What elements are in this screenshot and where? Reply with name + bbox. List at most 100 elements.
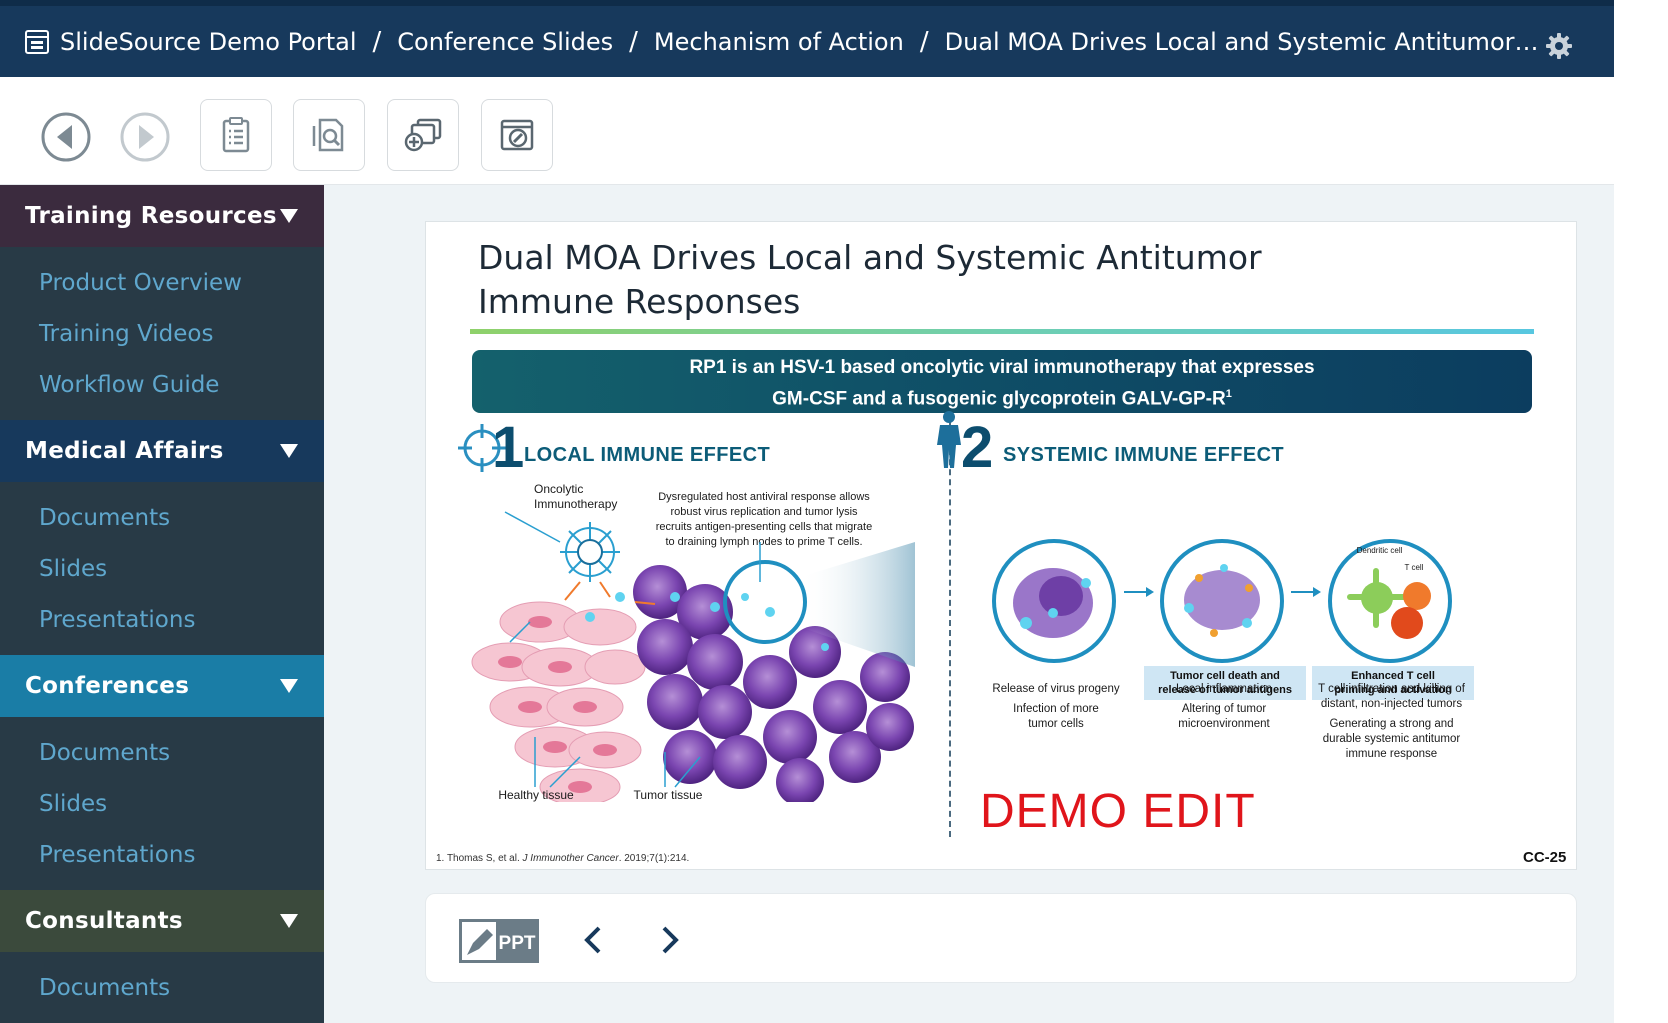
chevron-left-icon[interactable] <box>579 922 609 958</box>
portal-home-icon[interactable] <box>24 29 50 55</box>
slide-reference: 1. Thomas S, et al. J Immunother Cancer.… <box>436 853 689 864</box>
breadcrumb-conference-slides[interactable]: Conference Slides <box>397 28 613 56</box>
arrow-right-icon <box>1124 587 1154 597</box>
sidebar-item-cons-documents[interactable]: Documents <box>0 962 324 1013</box>
main-content: Dual MOA Drives Local and Systemic Antit… <box>324 185 1614 1023</box>
caret-down-icon <box>280 679 298 693</box>
section-items: Documents Slides Presentations <box>0 717 324 890</box>
step2-caption: Local inflammation Altering of tumor mic… <box>1139 682 1309 732</box>
banner-text: GM-CSF and a fusogenic glycoprotein GALV… <box>772 388 1226 410</box>
step-label-line: Enhanced T cell <box>1351 670 1435 682</box>
sidebar: Training Resources Product Overview Trai… <box>0 185 324 1023</box>
t-cell-label: T cell <box>1404 563 1424 572</box>
sidebar-item-training-videos[interactable]: Training Videos <box>0 308 324 359</box>
top-header: SlideSource Demo Portal / Conference Sli… <box>0 0 1614 77</box>
slide-preview: Dual MOA Drives Local and Systemic Antit… <box>425 221 1577 870</box>
banner-footnote-marker: 1 <box>1225 388 1232 400</box>
forward-icon[interactable] <box>119 111 171 163</box>
section-items: Documents <box>0 952 324 1023</box>
caption-line: Altering of tumor <box>1181 703 1267 715</box>
caret-down-icon <box>280 444 298 458</box>
caption-line: T cell infiltration and killing of <box>1318 683 1465 695</box>
preview-button[interactable] <box>293 99 365 171</box>
title-underline <box>470 329 1534 334</box>
chevron-right-icon[interactable] <box>654 922 684 958</box>
systemic-effect-heading: SYSTEMIC IMMUNE EFFECT <box>1003 444 1285 466</box>
label-line: Oncolytic <box>534 482 584 496</box>
human-figure-icon <box>937 411 961 468</box>
section-title: Medical Affairs <box>25 438 224 464</box>
section-title: Training Resources <box>25 203 277 229</box>
caption-line: microenvironment <box>1178 718 1270 730</box>
caret-down-icon <box>280 914 298 928</box>
ppt-download-icon[interactable]: PPT <box>459 917 539 963</box>
edit-slide-button[interactable] <box>481 99 553 171</box>
sidebar-item-ma-documents[interactable]: Documents <box>0 492 324 543</box>
section-items: Documents Slides Presentations <box>0 482 324 655</box>
step1-caption: Release of virus progeny Infection of mo… <box>971 682 1141 732</box>
sidebar-item-ma-presentations[interactable]: Presentations <box>0 594 324 645</box>
virus-progeny-circle <box>992 539 1116 663</box>
sidebar-item-product-overview[interactable]: Product Overview <box>0 257 324 308</box>
slide-code: CC-25 <box>1523 849 1567 866</box>
breadcrumb-portal[interactable]: SlideSource Demo Portal <box>60 28 357 56</box>
sidebar-item-ma-slides[interactable]: Slides <box>0 543 324 594</box>
toolbar <box>0 77 1614 185</box>
sidebar-item-conf-presentations[interactable]: Presentations <box>0 829 324 880</box>
sidebar-section-consultants[interactable]: Consultants <box>0 890 324 952</box>
sidebar-item-workflow-guide[interactable]: Workflow Guide <box>0 359 324 410</box>
banner-line-2: GM-CSF and a fusogenic glycoprotein GALV… <box>472 381 1532 412</box>
caption-line: tumor cells <box>1028 718 1084 730</box>
caption-line: durable systemic antitumor <box>1322 733 1461 745</box>
reference-text: . 2019;7(1):214. <box>618 853 690 864</box>
caret-down-icon <box>280 209 298 223</box>
breadcrumb-separator: / <box>919 26 929 57</box>
search-document-icon <box>312 118 344 152</box>
slide-title: Dual MOA Drives Local and Systemic Antit… <box>478 236 1378 324</box>
section-items: Product Overview Training Videos Workflo… <box>0 247 324 420</box>
caption-line: Infection of more <box>1013 703 1099 715</box>
reference-journal: J Immunother Cancer <box>522 853 619 864</box>
section-title: Consultants <box>25 908 183 934</box>
ppt-label: PPT <box>499 933 536 954</box>
slide-title-line: Immune Responses <box>478 282 801 321</box>
tumor-tissue-illustration <box>471 511 915 802</box>
caption-line: immune response <box>1345 748 1438 760</box>
arrow-right-icon <box>1291 587 1321 597</box>
sidebar-section-medical-affairs[interactable]: Medical Affairs <box>0 420 324 482</box>
caption-line: Local inflammation <box>1176 683 1272 695</box>
edit-slide-icon <box>500 119 534 151</box>
systemic-effect-number: 2 <box>961 415 994 480</box>
healthy-tissue-label: Healthy tissue <box>498 788 574 802</box>
slide-title-line: Dual MOA Drives Local and Systemic Antit… <box>478 238 1262 277</box>
caption-line: Release of virus progeny <box>992 683 1120 695</box>
sidebar-item-conf-documents[interactable]: Documents <box>0 727 324 778</box>
section-divider <box>949 419 951 837</box>
local-effect-heading: LOCAL IMMUNE EFFECT <box>524 444 771 466</box>
caption-line: Generating a strong and <box>1329 718 1454 730</box>
step-label-line: Tumor cell death and <box>1170 670 1280 682</box>
caption-line: distant, non-injected tumors <box>1320 698 1463 710</box>
gear-icon[interactable] <box>1545 32 1573 60</box>
notes-button[interactable] <box>200 99 272 171</box>
add-to-presentation-button[interactable] <box>387 99 459 171</box>
breadcrumb-mechanism-of-action[interactable]: Mechanism of Action <box>654 28 904 56</box>
notes-icon <box>222 117 250 153</box>
tumor-tissue-label: Tumor tissue <box>633 788 703 802</box>
section-title: Conferences <box>25 673 190 699</box>
step3-caption: T cell infiltration and killing of dista… <box>1299 682 1484 762</box>
slide-nav-bar: PPT <box>425 893 1577 983</box>
slide-banner: RP1 is an HSV-1 based oncolytic viral im… <box>472 350 1532 413</box>
sidebar-section-conferences[interactable]: Conferences <box>0 655 324 717</box>
breadcrumb-separator: / <box>372 26 382 57</box>
dendritic-cell-label: Dendritic cell <box>1356 546 1403 555</box>
breadcrumb-separator: / <box>629 26 638 57</box>
banner-line: RP1 is an HSV-1 based oncolytic viral im… <box>689 357 1315 378</box>
back-icon[interactable] <box>40 111 92 163</box>
reference-text: 1. Thomas S, et al. <box>436 853 523 864</box>
sidebar-section-training-resources[interactable]: Training Resources <box>0 185 324 247</box>
breadcrumb-current-slide: Dual MOA Drives Local and Systemic Antit… <box>944 27 1540 56</box>
tumor-cell-death-circle <box>1160 539 1284 663</box>
sidebar-item-conf-slides[interactable]: Slides <box>0 778 324 829</box>
add-to-presentation-icon <box>404 118 442 152</box>
